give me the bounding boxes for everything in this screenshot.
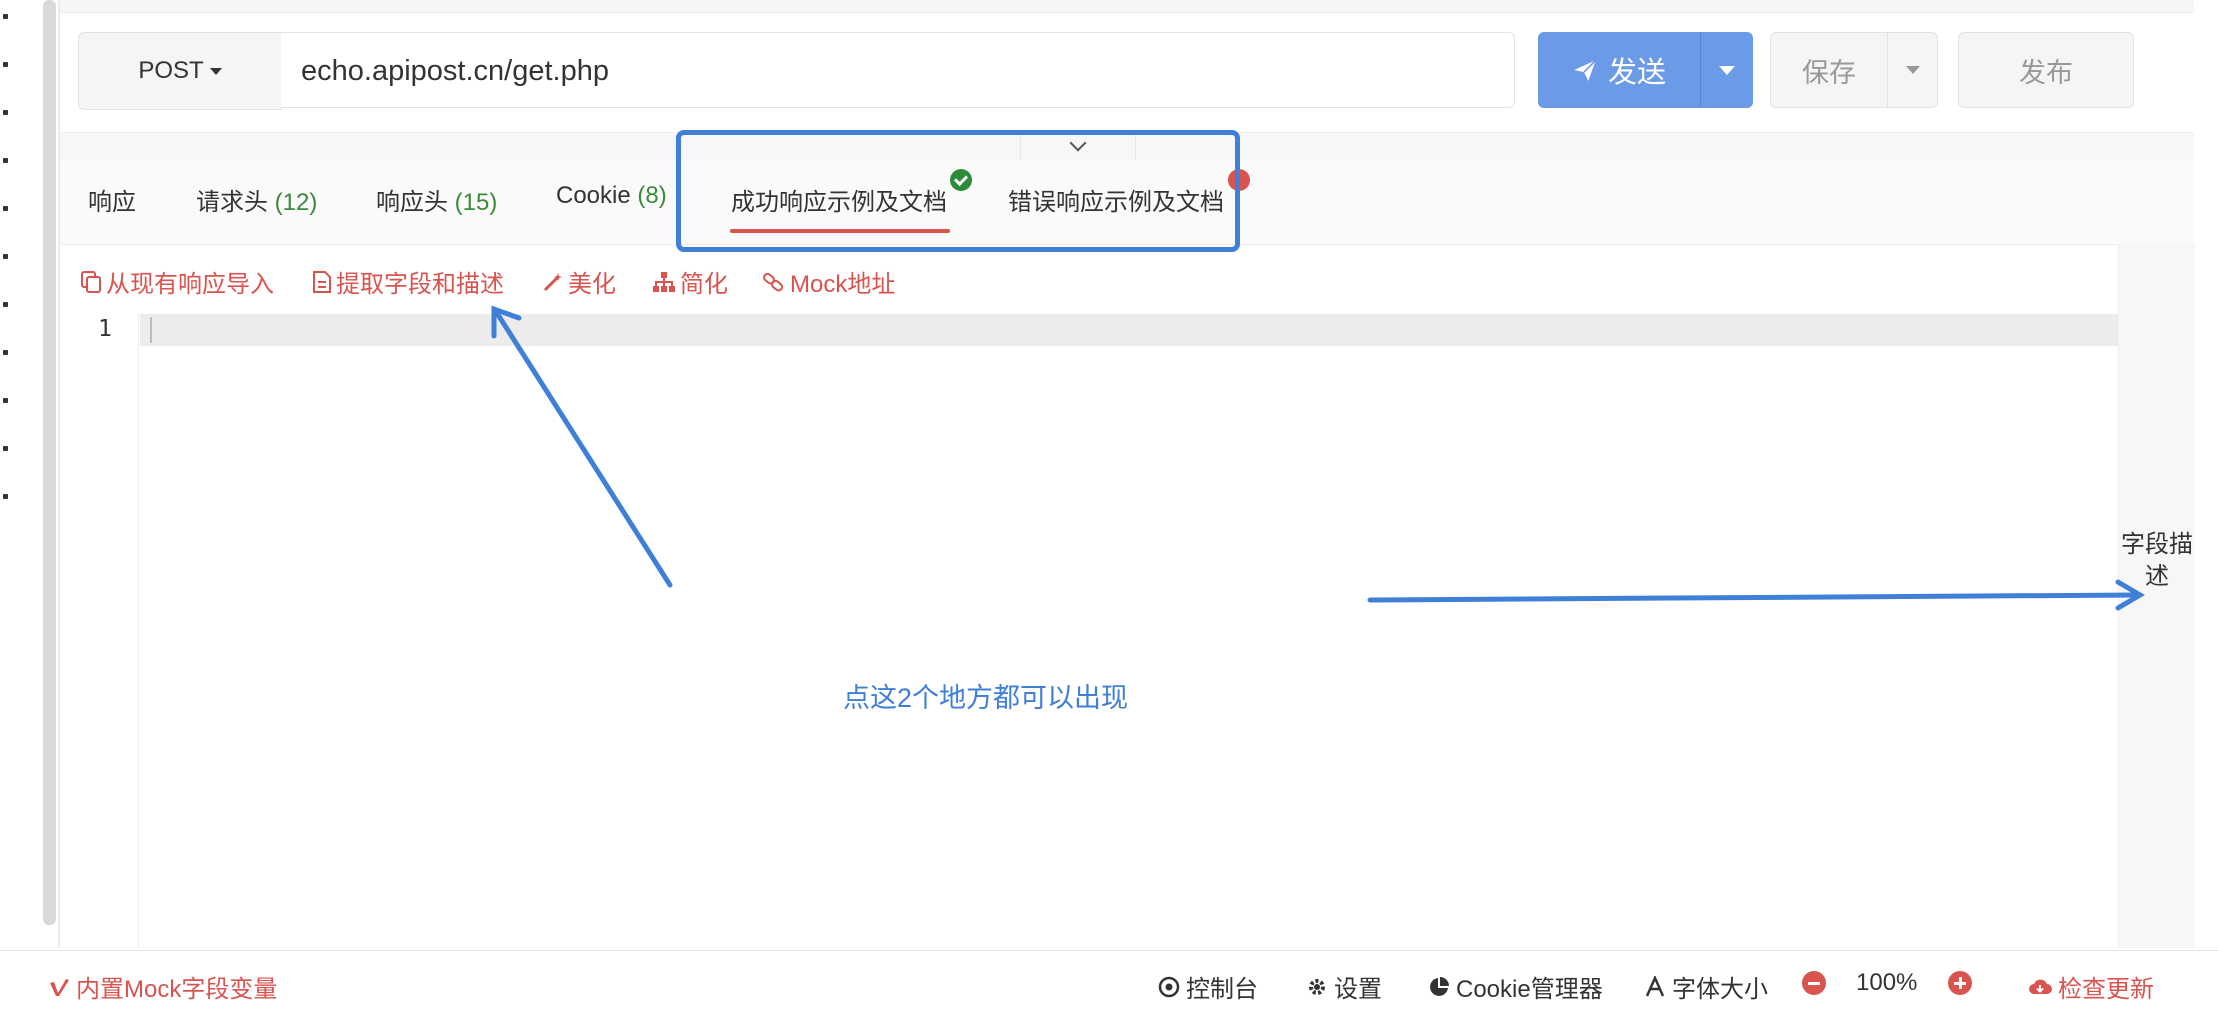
url-input[interactable]: echo.apipost.cn/get.php — [281, 32, 1515, 108]
gutter-dot — [3, 494, 8, 499]
line-number: 1 — [98, 316, 112, 342]
mock-label: Mock地址 — [790, 271, 896, 298]
error-dot-icon — [1228, 169, 1250, 191]
import-label: 从现有响应导入 — [106, 271, 274, 298]
chrome-icon — [1158, 976, 1180, 997]
tab-response-headers[interactable]: 响应头 (15) — [376, 182, 497, 217]
mock-url-button[interactable]: Mock地址 — [762, 264, 895, 299]
publish-button[interactable]: 发布 — [1958, 32, 2134, 108]
font-size-label: 字体大小 — [1672, 976, 1768, 1003]
chevron-down-icon — [1069, 134, 1087, 152]
check-update-button[interactable]: 检查更新 — [2028, 969, 2154, 1004]
tab-label: Cookie — [556, 182, 631, 209]
tab-cookie[interactable]: Cookie (8) — [556, 182, 667, 210]
field-description-panel[interactable]: 字段描述 — [2118, 244, 2195, 948]
gutter-dot — [3, 206, 8, 211]
gutter-dot — [3, 350, 8, 355]
method-select[interactable]: POST — [78, 32, 282, 110]
simplify-button[interactable]: 简化 — [652, 264, 728, 299]
send-label: 发送 — [1607, 57, 1666, 89]
tab-label: 请求头 — [196, 189, 268, 216]
annotation-note: 点这2个地方都可以出现 — [843, 683, 1129, 713]
settings-label: 设置 — [1334, 976, 1382, 1003]
main-panel: POST echo.apipost.cn/get.php 发送 保存 发布 响应… — [60, 0, 2195, 948]
cookie-manager-button[interactable]: Cookie管理器 — [1428, 969, 1603, 1004]
left-gutter — [0, 0, 58, 948]
gutter-dot — [3, 254, 8, 259]
simplify-label: 简化 — [680, 271, 728, 298]
document-icon — [313, 270, 331, 293]
code-editor[interactable]: 1 — [60, 314, 2118, 948]
success-check-icon — [950, 169, 972, 191]
chevron-down-icon — [1719, 65, 1735, 75]
extract-label: 提取字段和描述 — [336, 271, 504, 298]
gutter-dot — [3, 302, 8, 307]
gutter-dot — [3, 446, 8, 451]
mock-vars-label: 内置Mock字段变量 — [76, 976, 278, 1003]
tab-count: (12) — [274, 189, 318, 216]
line-number-gutter: 1 — [60, 314, 139, 948]
tab-response[interactable]: 响应 — [88, 182, 136, 217]
publish-label: 发布 — [2019, 57, 2073, 88]
tab-count: (8) — [637, 182, 667, 209]
collapse-toggle[interactable] — [1020, 132, 1136, 160]
top-strip — [60, 0, 2194, 13]
response-tabs: 响应 请求头 (12) 响应头 (15) Cookie (8) 成功响应示例及文… — [60, 160, 2194, 245]
gear-icon — [1309, 978, 1325, 995]
chevron-down-icon — [209, 67, 222, 75]
minus-icon — [1802, 971, 1826, 995]
send-button[interactable]: 发送 — [1538, 32, 1700, 108]
cookie-manager-label: Cookie管理器 — [1456, 976, 1603, 1003]
method-label: POST — [138, 57, 204, 84]
import-from-response-button[interactable]: 从现有响应导入 — [80, 264, 274, 299]
status-bar: 内置Mock字段变量 控制台 设置 Cookie管理器 字体大小 100% 检查… — [0, 950, 2218, 1015]
current-line-highlight — [140, 314, 2118, 346]
vertical-scrollbar[interactable] — [43, 0, 56, 925]
send-dropdown-button[interactable] — [1700, 32, 1753, 108]
tab-label: 响应头 — [376, 189, 448, 216]
link-icon — [763, 272, 784, 291]
mock-variables-button[interactable]: 内置Mock字段变量 — [48, 969, 277, 1004]
extract-fields-button[interactable]: 提取字段和描述 — [312, 264, 504, 299]
field-description-label: 字段描述 — [2121, 531, 2193, 590]
tab-label: 响应 — [88, 189, 136, 216]
tab-count: (15) — [454, 189, 498, 216]
beautify-button[interactable]: 美化 — [542, 264, 616, 299]
tab-label: 成功响应示例及文档 — [731, 189, 947, 216]
console-button[interactable]: 控制台 — [1158, 969, 1258, 1004]
gutter-dot — [3, 62, 8, 67]
active-tab-indicator — [730, 229, 950, 233]
chevron-down-icon — [1905, 66, 1920, 74]
tab-label: 错误响应示例及文档 — [1008, 189, 1224, 216]
update-label: 检查更新 — [2058, 976, 2154, 1003]
font-size-control: 字体大小 — [1644, 969, 1768, 1004]
zoom-level: 100% — [1856, 969, 1918, 996]
gutter-dot — [3, 14, 8, 19]
magic-wand-icon — [543, 272, 562, 291]
beautify-label: 美化 — [568, 271, 616, 298]
cloud-download-icon — [2029, 979, 2052, 994]
settings-button[interactable]: 设置 — [1306, 969, 1382, 1004]
save-label: 保存 — [1802, 57, 1856, 88]
pie-chart-icon — [1430, 976, 1449, 996]
tab-request-headers[interactable]: 请求头 (12) — [196, 182, 317, 217]
tab-success-example[interactable]: 成功响应示例及文档 — [731, 182, 947, 217]
vimeo-v-icon — [50, 978, 69, 996]
text-cursor — [150, 317, 152, 343]
save-button[interactable]: 保存 — [1770, 32, 1888, 108]
copy-icon — [81, 270, 101, 293]
font-icon — [1645, 975, 1665, 997]
sitemap-icon — [653, 271, 675, 292]
gutter-dot — [3, 398, 8, 403]
paper-plane-icon — [1574, 59, 1597, 81]
plus-icon — [1948, 971, 1972, 995]
example-toolbar: 从现有响应导入 提取字段和描述 美化 简化 Mock地址 — [60, 244, 2118, 314]
gutter-dot — [3, 158, 8, 163]
save-dropdown-button[interactable] — [1888, 32, 1938, 108]
tab-error-example[interactable]: 错误响应示例及文档 — [1008, 182, 1224, 217]
zoom-in-button[interactable] — [1948, 971, 1972, 995]
gutter-dot — [3, 110, 8, 115]
console-label: 控制台 — [1186, 976, 1258, 1003]
zoom-out-button[interactable] — [1802, 971, 1826, 995]
